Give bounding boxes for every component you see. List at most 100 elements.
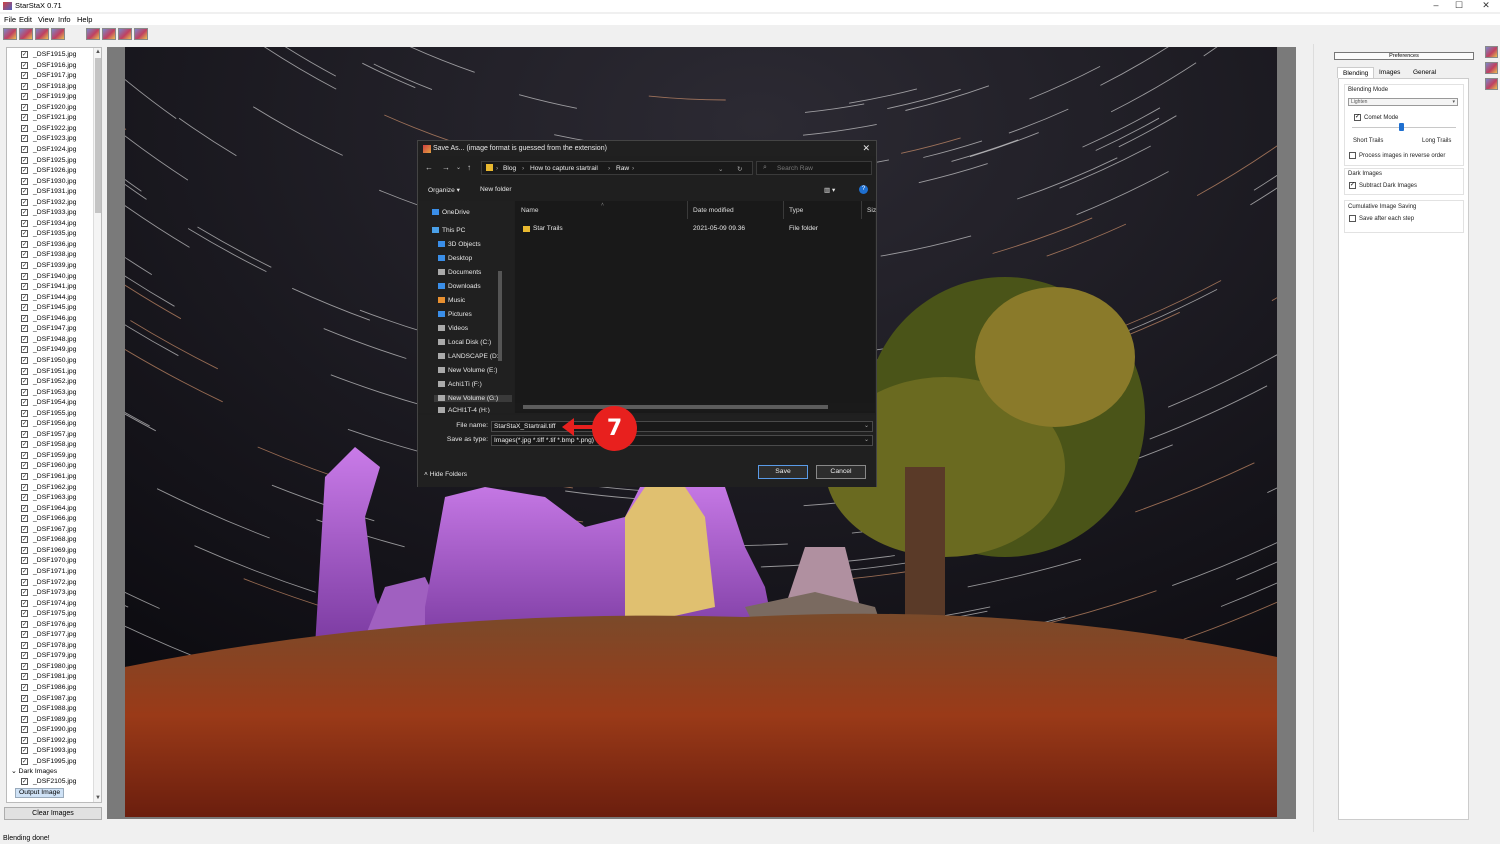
maximize-button[interactable]: ☐	[1445, 0, 1473, 12]
dark-images-node[interactable]: ⌄ Dark Images	[11, 767, 57, 775]
file-checkbox[interactable]	[21, 177, 28, 187]
scroll-down-icon[interactable]: ▼	[94, 795, 101, 801]
file-checkbox[interactable]	[21, 82, 28, 92]
file-checkbox[interactable]	[21, 282, 28, 292]
panel-splitter[interactable]	[1313, 44, 1325, 832]
up-arrow-icon[interactable]: ↑	[467, 163, 471, 172]
open-dark-images-icon[interactable]	[19, 28, 33, 40]
file-checkbox[interactable]	[21, 514, 28, 524]
file-checkbox[interactable]	[21, 134, 28, 144]
zoom-out-icon[interactable]	[118, 28, 132, 40]
file-checkbox[interactable]	[21, 208, 28, 218]
organize-menu[interactable]: Organize ▾	[428, 186, 460, 194]
column-name[interactable]: Name	[521, 207, 539, 214]
file-checkbox[interactable]	[21, 683, 28, 693]
menu-file[interactable]: File	[4, 15, 16, 24]
column-size[interactable]: Siz	[867, 207, 876, 214]
file-pane[interactable]: Name ˄ Date modified Type Siz Star Trail…	[515, 201, 876, 413]
file-checkbox[interactable]	[21, 124, 28, 134]
nav-item[interactable]: OneDrive	[432, 209, 470, 216]
zoom-original-icon[interactable]	[134, 28, 148, 40]
file-checkbox[interactable]	[21, 736, 28, 746]
file-checkbox[interactable]	[21, 493, 28, 503]
file-checkbox[interactable]	[21, 461, 28, 471]
nav-item[interactable]: Desktop	[438, 255, 472, 262]
viewer-horizontal-scrollbar[interactable]	[107, 819, 1307, 827]
view-options-icon[interactable]: ▥ ▾	[824, 186, 835, 194]
menu-view[interactable]: View	[38, 15, 54, 24]
file-checkbox[interactable]	[21, 641, 28, 651]
file-checkbox[interactable]	[21, 103, 28, 113]
file-checkbox[interactable]	[21, 588, 28, 598]
file-checkbox[interactable]	[21, 219, 28, 229]
file-checkbox[interactable]	[21, 166, 28, 176]
search-input[interactable]: ⌕ Search Raw	[756, 161, 872, 175]
navigation-pane[interactable]: OneDrive This PC 3D Objects Desktop Document…	[418, 201, 514, 413]
open-images-icon[interactable]	[3, 28, 17, 40]
file-list-scrollbar[interactable]: ▲ ▼	[93, 48, 101, 802]
file-checkbox[interactable]	[21, 187, 28, 197]
column-type[interactable]: Type	[789, 207, 803, 214]
file-checkbox[interactable]	[21, 71, 28, 81]
reverse-order-checkbox[interactable]	[1349, 152, 1356, 159]
side-tool-3-icon[interactable]	[1485, 78, 1498, 90]
nav-item[interactable]: New Volume (G:)	[434, 395, 512, 402]
address-bar[interactable]: › Blog › How to capture startrail › Raw …	[481, 161, 753, 175]
nav-item[interactable]: Local Disk (C:)	[438, 339, 491, 346]
file-checkbox[interactable]	[21, 694, 28, 704]
file-checkbox[interactable]	[21, 440, 28, 450]
cancel-button[interactable]: Cancel	[816, 465, 866, 479]
trail-length-slider-track[interactable]	[1352, 127, 1456, 128]
file-checkbox[interactable]	[21, 92, 28, 102]
refresh-icon[interactable]: ↻	[737, 165, 743, 173]
file-checkbox[interactable]	[21, 156, 28, 166]
file-checkbox[interactable]	[21, 451, 28, 461]
file-checkbox[interactable]	[21, 377, 28, 387]
recent-chevron-icon[interactable]: ⌄	[456, 164, 461, 171]
file-checkbox[interactable]	[21, 483, 28, 493]
file-checkbox[interactable]	[21, 324, 28, 334]
file-checkbox[interactable]	[21, 272, 28, 282]
forward-arrow-icon[interactable]: →	[442, 163, 450, 172]
side-tool-1-icon[interactable]	[1485, 46, 1498, 58]
file-checkbox[interactable]	[21, 651, 28, 661]
output-image-node[interactable]: Output Image	[15, 788, 65, 798]
breadcrumb-raw[interactable]: Raw	[616, 165, 629, 172]
file-list-panel[interactable]: _DSF1915.jpg _DSF1916.jpg _DSF1917.jpg _DSF…	[6, 47, 102, 803]
file-pane-scrollbar[interactable]	[515, 403, 875, 411]
column-date-modified[interactable]: Date modified	[693, 207, 734, 214]
file-checkbox[interactable]	[21, 725, 28, 735]
file-checkbox[interactable]	[21, 630, 28, 640]
help-icon[interactable]: ?	[859, 185, 868, 194]
file-checkbox[interactable]	[21, 314, 28, 324]
file-checkbox[interactable]	[21, 757, 28, 767]
menu-info[interactable]: Info	[58, 15, 71, 24]
file-checkbox[interactable]	[21, 504, 28, 514]
clear-images-button[interactable]: Clear Images	[4, 807, 102, 820]
close-window-button[interactable]: ✕	[1472, 0, 1500, 12]
file-checkbox[interactable]	[21, 525, 28, 535]
file-checkbox[interactable]	[21, 198, 28, 208]
nav-item[interactable]: LANDSCAPE (D:)	[438, 353, 501, 360]
zoom-in-icon[interactable]	[102, 28, 116, 40]
zoom-fit-icon[interactable]	[86, 28, 100, 40]
trail-length-slider-thumb[interactable]	[1398, 123, 1404, 131]
file-checkbox[interactable]	[21, 229, 28, 239]
scroll-thumb[interactable]	[95, 58, 101, 213]
file-checkbox[interactable]	[21, 777, 28, 787]
file-checkbox[interactable]	[21, 303, 28, 313]
nav-item[interactable]: Downloads	[438, 283, 481, 290]
file-checkbox[interactable]	[21, 240, 28, 250]
file-checkbox[interactable]	[21, 672, 28, 682]
tab-images[interactable]: Images	[1374, 67, 1405, 78]
file-checkbox[interactable]	[21, 578, 28, 588]
nav-item[interactable]: Achi1Ti (F:)	[438, 381, 482, 388]
file-checkbox[interactable]	[21, 609, 28, 619]
file-checkbox[interactable]	[21, 546, 28, 556]
file-checkbox[interactable]	[21, 430, 28, 440]
file-checkbox[interactable]	[21, 599, 28, 609]
side-tool-2-icon[interactable]	[1485, 62, 1498, 74]
file-checkbox[interactable]	[21, 50, 28, 60]
breadcrumb-startrail[interactable]: How to capture startrail	[530, 165, 598, 172]
file-checkbox[interactable]	[21, 746, 28, 756]
